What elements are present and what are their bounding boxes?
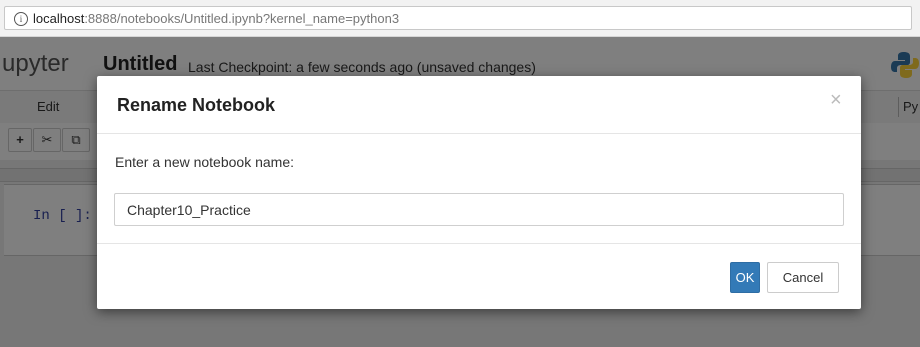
browser-address-bar: i localhost:8888/notebooks/Untitled.ipyn…	[0, 0, 920, 37]
info-icon[interactable]: i	[14, 12, 28, 26]
dialog-title: Rename Notebook	[117, 95, 276, 115]
rename-notebook-dialog: Rename Notebook × Enter a new notebook n…	[97, 76, 861, 309]
dialog-header: Rename Notebook ×	[97, 76, 861, 134]
cancel-button[interactable]: Cancel	[767, 262, 839, 293]
url-path: :8888/notebooks/Untitled.ipynb?kernel_na…	[84, 11, 400, 26]
url-field[interactable]: i localhost:8888/notebooks/Untitled.ipyn…	[4, 6, 912, 30]
ok-button[interactable]: OK	[730, 262, 760, 293]
notebook-name-label: Enter a new notebook name:	[115, 154, 295, 170]
url-text[interactable]: localhost:8888/notebooks/Untitled.ipynb?…	[33, 11, 399, 26]
close-icon[interactable]: ×	[830, 90, 842, 110]
url-host: localhost	[33, 11, 85, 26]
notebook-name-input[interactable]	[114, 193, 844, 226]
